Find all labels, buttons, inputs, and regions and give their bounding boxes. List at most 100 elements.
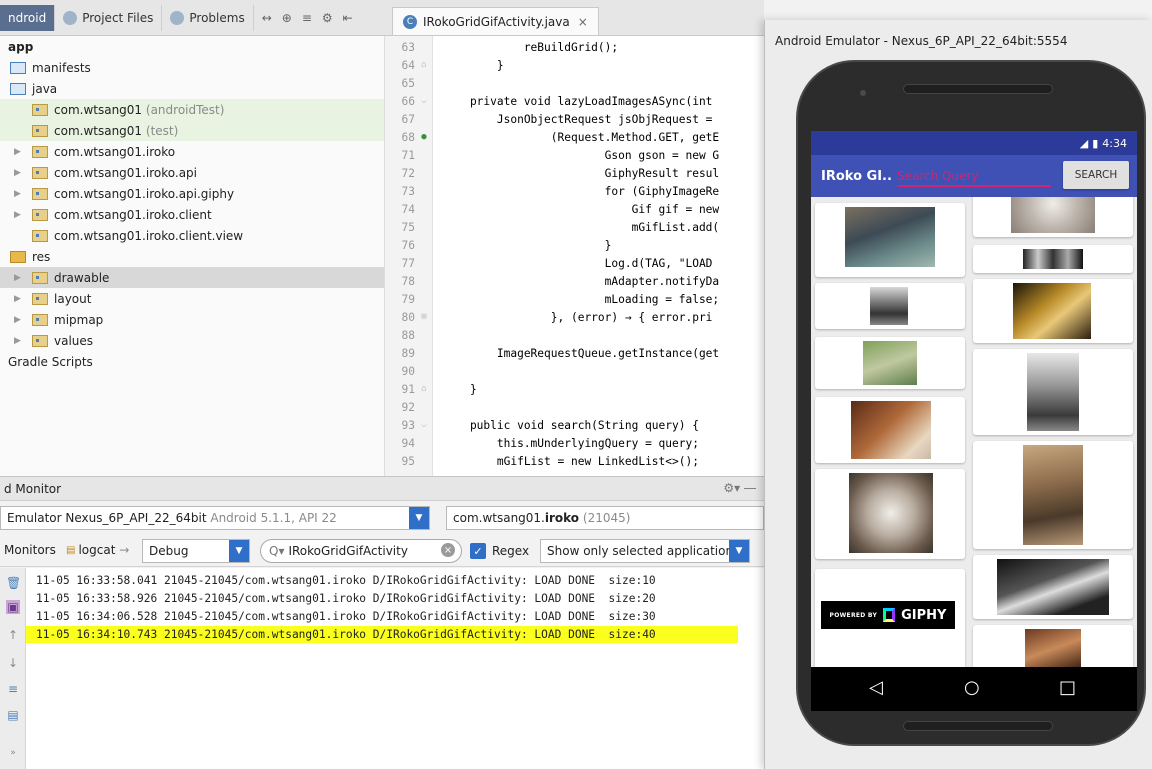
tree-item-mipmap[interactable]: ▶ mipmap xyxy=(0,309,384,330)
gif-card[interactable] xyxy=(815,397,965,463)
clear-search-icon[interactable]: × xyxy=(441,543,455,557)
tree-item-package-test[interactable]: com.wtsang01 (test) xyxy=(0,120,384,141)
tree-item-java[interactable]: java xyxy=(0,78,384,99)
gif-card[interactable] xyxy=(973,625,1133,667)
tab-logcat[interactable]: ▤ logcat → xyxy=(66,543,129,557)
sync-icon[interactable]: ⊕ xyxy=(282,11,292,25)
log-level-dropdown[interactable]: Debug ▼ xyxy=(142,539,250,563)
device-dropdown[interactable]: Emulator Nexus_6P_API_22_64bit Android 5… xyxy=(0,506,430,530)
fold-marker-icon[interactable]: ⌵ xyxy=(415,96,433,106)
log-line: 11-05 16:33:58.041 21045-21045/com.wtsan… xyxy=(36,574,656,587)
tree-item-package-androidtest[interactable]: com.wtsang01 (androidTest) xyxy=(0,99,384,120)
soft-wrap-icon[interactable]: ≡ xyxy=(6,682,20,696)
package-icon xyxy=(32,187,48,200)
tree-item-layout[interactable]: ▶ layout xyxy=(0,288,384,309)
expand-arrow-icon[interactable]: ▶ xyxy=(14,294,24,304)
fold-marker-icon[interactable]: ⌵ xyxy=(415,420,433,430)
code-line: 95 mGifList = new LinkedList<>(); xyxy=(401,454,699,468)
gif-image xyxy=(1023,445,1083,545)
collapse-arrows-icon[interactable]: ↔ xyxy=(262,11,272,25)
gif-card[interactable] xyxy=(815,203,965,277)
tab-android[interactable]: ndroid xyxy=(0,5,56,31)
package-icon xyxy=(32,229,48,242)
expand-arrow-icon[interactable]: ▶ xyxy=(14,273,24,283)
tree-item-gradle-scripts[interactable]: Gradle Scripts xyxy=(0,351,384,372)
tree-item-package-iroko-api[interactable]: ▶ com.wtsang01.iroko.api xyxy=(0,162,384,183)
tab-monitors[interactable]: Monitors xyxy=(4,543,56,557)
print-icon[interactable]: ▤ xyxy=(6,708,20,722)
tree-item-res[interactable]: res xyxy=(0,246,384,267)
tree-item-package-iroko-client-view[interactable]: com.wtsang01.iroko.client.view xyxy=(0,225,384,246)
gif-card[interactable] xyxy=(815,469,965,559)
tree-item-package-iroko[interactable]: ▶ com.wtsang01.iroko xyxy=(0,141,384,162)
phone-screen[interactable]: ◢ ▮ 4:34 IRoko GI... Search Query SEARCH xyxy=(811,131,1137,711)
tab-project-files[interactable]: Project Files xyxy=(55,5,163,31)
logcat-search-input[interactable]: Q▾ IRokoGridGifActivity × xyxy=(260,539,462,563)
package-icon xyxy=(32,103,48,116)
settings-gear-icon[interactable]: ⚙ xyxy=(322,11,333,25)
search-button[interactable]: SEARCH xyxy=(1063,161,1129,189)
tab-irokogridgifactivity-java[interactable]: C IRokoGridGifActivity.java × xyxy=(392,7,599,35)
editor-tabs: C IRokoGridGifActivity.java × xyxy=(384,0,764,36)
gif-card[interactable] xyxy=(815,337,965,389)
search-icon: Q▾ xyxy=(269,544,285,558)
tree-item-package-iroko-api-giphy[interactable]: ▶ com.wtsang01.iroko.api.giphy xyxy=(0,183,384,204)
gif-grid[interactable]: POWERED BY GIPHY xyxy=(811,197,1137,667)
down-arrow-icon[interactable]: ↓ xyxy=(6,656,20,670)
logcat-output[interactable]: 11-05 16:33:58.041 21045-21045/com.wtsan… xyxy=(26,568,764,769)
more-icon[interactable]: » xyxy=(6,748,20,762)
gif-card[interactable] xyxy=(815,283,965,329)
package-icon xyxy=(32,208,48,221)
screenshot-icon[interactable]: ▣ xyxy=(6,600,20,614)
scroll-to-source-icon[interactable]: ≡ xyxy=(302,11,312,25)
gif-card[interactable] xyxy=(973,197,1133,237)
gif-card[interactable] xyxy=(973,441,1133,549)
expand-arrow-icon[interactable]: ▶ xyxy=(14,336,24,346)
fold-marker-icon[interactable]: ⌂ xyxy=(415,60,433,70)
process-dropdown[interactable]: com.wtsang01. iroko (21045) xyxy=(446,506,764,530)
log-filter-dropdown[interactable]: Show only selected application ▼ xyxy=(540,539,750,563)
tab-problems[interactable]: Problems xyxy=(162,5,254,31)
home-icon[interactable]: ○ xyxy=(964,677,980,698)
override-marker-icon[interactable]: ● xyxy=(415,132,433,142)
gif-card[interactable] xyxy=(973,555,1133,619)
regex-checkbox[interactable]: ✓ Regex xyxy=(470,543,529,559)
gif-card[interactable] xyxy=(973,349,1133,435)
gif-card[interactable] xyxy=(973,279,1133,343)
tree-item-package-iroko-client[interactable]: ▶ com.wtsang01.iroko.client xyxy=(0,204,384,225)
gif-image xyxy=(870,287,908,325)
code-editor[interactable]: 63 reBuildGrid(); 64 ⌂ } 65 66 ⌵ private v… xyxy=(384,36,764,476)
code-line: 73 for (GiphyImageRe xyxy=(401,184,720,198)
emulator-title: Android Emulator - Nexus_6P_API_22_64bit… xyxy=(775,34,1068,48)
tree-item-values[interactable]: ▶ values xyxy=(0,330,384,351)
logcat-toolbar: Monitors ▤ logcat → Debug ▼ Q▾ IRokoGridG… xyxy=(0,535,764,567)
trash-icon[interactable]: 🗑 xyxy=(6,576,21,590)
code-line: 76 } xyxy=(401,238,612,252)
expand-arrow-icon[interactable]: ▶ xyxy=(14,210,24,220)
recents-icon[interactable]: □ xyxy=(1059,677,1076,698)
code-line: 90 xyxy=(401,364,415,378)
gif-card[interactable] xyxy=(973,245,1133,273)
panel-settings-icon[interactable]: ⚙▾ ― xyxy=(723,481,756,495)
search-query-input[interactable]: Search Query xyxy=(897,163,1051,187)
code-line: 89 ImageRequestQueue.getInstance(get xyxy=(401,346,720,360)
log-line: 11-05 16:33:58.926 21045-21045/com.wtsan… xyxy=(36,592,656,605)
tree-item-drawable[interactable]: ▶ drawable xyxy=(0,267,384,288)
expand-arrow-icon[interactable]: ▶ xyxy=(14,189,24,199)
fold-marker-icon[interactable]: ⌂ xyxy=(415,384,433,394)
device-selector-row: Emulator Nexus_6P_API_22_64bit Android 5… xyxy=(0,501,764,535)
expand-arrow-icon[interactable]: ▶ xyxy=(14,315,24,325)
chevron-down-icon[interactable]: ▼ xyxy=(229,540,249,562)
tree-item-app[interactable]: app xyxy=(0,36,384,57)
up-arrow-icon[interactable]: ↑ xyxy=(6,628,20,642)
hide-panel-icon[interactable]: ⇤ xyxy=(343,11,353,25)
expand-arrow-icon[interactable]: ▶ xyxy=(14,147,24,157)
close-tab-icon[interactable]: × xyxy=(578,15,588,29)
expand-arrow-icon[interactable]: ▶ xyxy=(14,168,24,178)
back-icon[interactable]: ◁ xyxy=(869,677,883,698)
code-line: 78 mAdapter.notifyDa xyxy=(401,274,720,288)
fold-marker-icon[interactable]: ⊞ xyxy=(415,312,433,322)
tree-item-manifests[interactable]: manifests xyxy=(0,57,384,78)
chevron-down-icon[interactable]: ▼ xyxy=(409,507,429,529)
chevron-down-icon[interactable]: ▼ xyxy=(729,540,749,562)
